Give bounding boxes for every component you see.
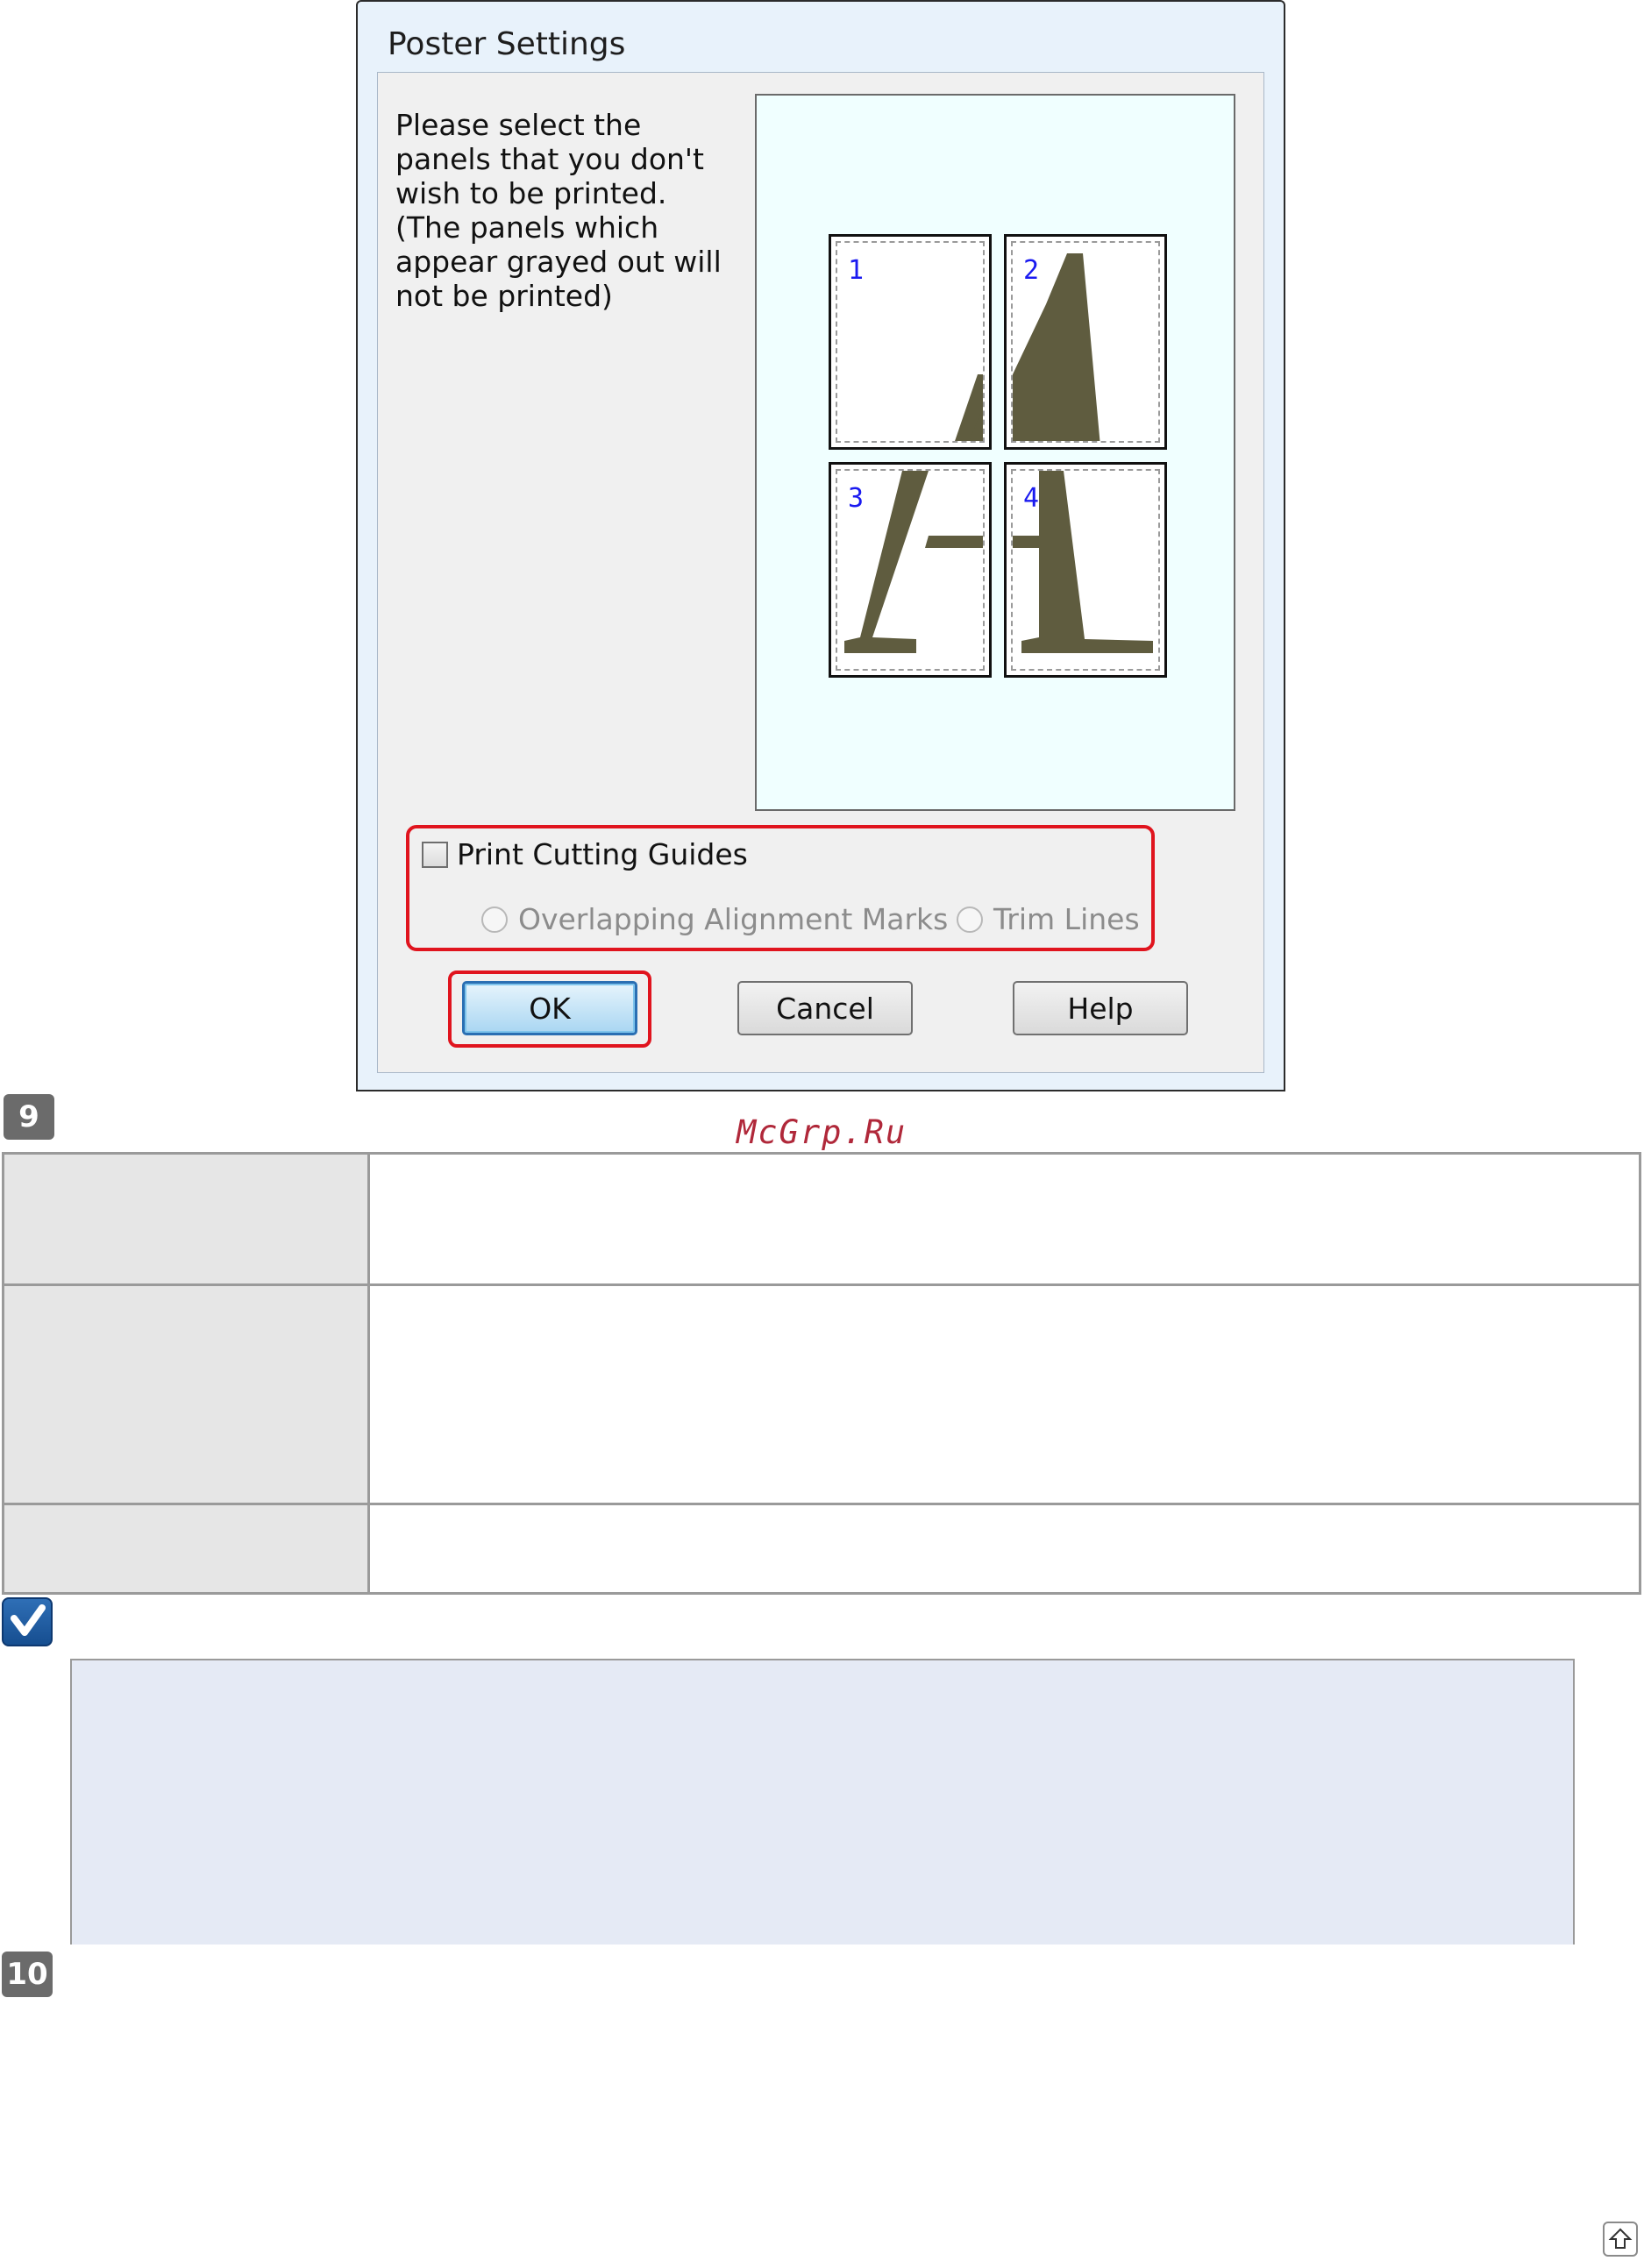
help-button[interactable]: Help (1013, 981, 1188, 1035)
table-row (2, 1503, 1641, 1595)
table-row (2, 1152, 1641, 1286)
checkmark-glyph (11, 1604, 46, 1636)
back-to-top-button[interactable] (1603, 2222, 1638, 2257)
radio-overlapping-alignment-marks[interactable]: Overlapping Alignment Marks (481, 902, 948, 936)
step-number-badge: 9 (4, 1094, 54, 1140)
panel-print-area: 4 (1011, 469, 1160, 671)
table-label-cell (2, 1152, 370, 1286)
panel-print-area: 2 (1011, 241, 1160, 443)
poster-preview: 1 2 3 4 (755, 94, 1235, 811)
table-label-cell (2, 1503, 370, 1595)
poster-settings-dialog: Poster Settings Please select the panels… (356, 0, 1285, 1091)
radio-label: Overlapping Alignment Marks (518, 902, 949, 936)
radio-trim-lines[interactable]: Trim Lines (957, 902, 1140, 936)
dialog-title: Poster Settings (388, 26, 626, 62)
radio-button[interactable] (481, 906, 508, 933)
table-label-cell (2, 1283, 370, 1505)
poster-panel-1[interactable]: 1 (829, 234, 992, 450)
radio-button[interactable] (957, 906, 983, 933)
settings-table (2, 1152, 1641, 1595)
step-number-badge: 10 (2, 1952, 53, 1997)
poster-panel-4[interactable]: 4 (1004, 462, 1167, 678)
back-to-top-icon (1608, 2228, 1633, 2249)
panel-print-area: 3 (836, 469, 985, 671)
table-value-cell (367, 1283, 1641, 1505)
poster-panel-2[interactable]: 2 (1004, 234, 1167, 450)
checkbox-label: Print Cutting Guides (457, 837, 748, 871)
panel-print-area: 1 (836, 241, 985, 443)
panel-number: 2 (1023, 255, 1040, 286)
poster-panel-3[interactable]: 3 (829, 462, 992, 678)
radio-label: Trim Lines (993, 902, 1140, 936)
table-row (2, 1283, 1641, 1505)
table-value-cell (367, 1503, 1641, 1595)
dialog-body: Please select the panels that you don't … (377, 72, 1264, 1073)
checkbox-box[interactable] (422, 841, 448, 868)
panel-number: 3 (848, 483, 865, 514)
instructions-text: Please select the panels that you don't … (395, 108, 722, 313)
note-box (70, 1659, 1575, 1945)
panel-number: 1 (848, 255, 865, 286)
watermark: McGrp.Ru (737, 1113, 907, 1151)
print-cutting-guides-checkbox[interactable]: Print Cutting Guides (422, 837, 748, 871)
table-value-cell (367, 1152, 1641, 1286)
panel-number: 4 (1023, 483, 1040, 514)
ok-button[interactable]: OK (462, 981, 637, 1035)
note-check-icon (2, 1597, 53, 1646)
cancel-button[interactable]: Cancel (737, 981, 913, 1035)
